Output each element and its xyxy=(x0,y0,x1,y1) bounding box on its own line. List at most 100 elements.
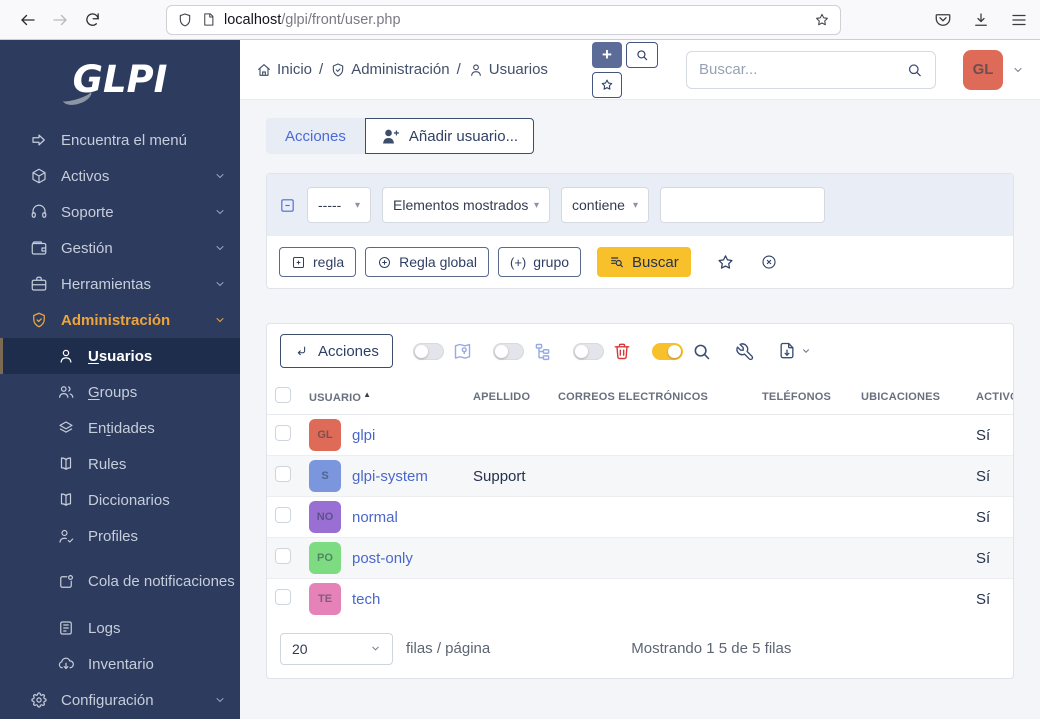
sidebar-item-cola-notificaciones[interactable]: Cola de notificaciones xyxy=(0,554,240,610)
row-checkbox[interactable] xyxy=(275,466,291,482)
sidebar-item-herramientas[interactable]: Herramientas xyxy=(0,266,240,302)
column-header-ubicaciones[interactable]: UBICACIONES xyxy=(853,378,968,415)
pocket-icon[interactable] xyxy=(934,11,952,29)
table-row: Sglpi-system Support Sí xyxy=(267,455,1013,497)
save-search-star-button[interactable] xyxy=(716,253,735,272)
bookmark-star-icon[interactable] xyxy=(814,12,830,28)
search-button[interactable]: Buscar xyxy=(597,247,691,277)
url-bar[interactable]: localhost/glpi/front/user.php xyxy=(166,4,841,35)
sidebar-item-entidades[interactable]: Entidades xyxy=(0,410,240,446)
row-checkbox[interactable] xyxy=(275,548,291,564)
table-row: GL glpi Sí xyxy=(267,414,1013,456)
sidebar-item-label: Profiles xyxy=(88,527,139,545)
glpi-logo[interactable]: GLPI xyxy=(0,46,240,112)
browser-back-button[interactable] xyxy=(12,5,44,35)
page-size-select[interactable]: 20 xyxy=(280,632,393,665)
page-info-icon[interactable] xyxy=(201,12,216,27)
row-checkbox[interactable] xyxy=(275,507,291,523)
sidebar-item-activos[interactable]: Activos xyxy=(0,158,240,194)
rule-button[interactable]: regla xyxy=(279,247,357,277)
user-menu[interactable]: GL xyxy=(963,49,1024,90)
group-button[interactable]: (+) grupo xyxy=(497,247,582,277)
header-search-button[interactable] xyxy=(626,41,658,68)
avatar[interactable]: GL xyxy=(963,49,1003,90)
username-link[interactable]: tech xyxy=(352,591,380,608)
table-row: TE tech Sí xyxy=(267,578,1013,620)
wallet-icon xyxy=(31,241,47,255)
breadcrumb-separator: / xyxy=(319,61,324,78)
select-all-checkbox[interactable] xyxy=(275,387,291,403)
emails-cell xyxy=(550,537,754,579)
locations-cell xyxy=(853,496,968,538)
sidebar-item-administracion[interactable]: Administración xyxy=(0,302,240,338)
locations-cell xyxy=(853,578,968,620)
search-icon[interactable] xyxy=(691,341,712,362)
breadcrumb-administracion[interactable]: Administración xyxy=(330,59,450,80)
username-link[interactable]: glpi xyxy=(352,427,375,444)
column-header-usuario[interactable]: USUARIO ▲ xyxy=(301,378,465,415)
reset-search-button[interactable] xyxy=(760,253,778,271)
sidebar-item-gestion[interactable]: Gestión xyxy=(0,230,240,266)
gear-icon xyxy=(31,692,47,708)
criteria-operator-select[interactable]: contiene ▾ xyxy=(561,187,649,223)
row-checkbox[interactable] xyxy=(275,425,291,441)
sidebar-item-diccionarios[interactable]: Diccionarios xyxy=(0,482,240,518)
shield-permissions-icon[interactable] xyxy=(177,12,193,28)
caret-down-icon: ▾ xyxy=(632,199,638,211)
sidebar-item-find-menu[interactable]: Encuentra el menú xyxy=(0,122,240,158)
tree-structure-icon xyxy=(535,343,550,360)
username-link[interactable]: post-only xyxy=(352,550,413,567)
global-rule-button[interactable]: Regla global xyxy=(365,247,489,277)
sidebar-item-profiles[interactable]: Profiles xyxy=(0,518,240,554)
trash-toggle[interactable] xyxy=(572,342,604,360)
row-checkbox[interactable] xyxy=(275,589,291,606)
table-row: PO post-only Sí xyxy=(267,537,1013,579)
sidebar-item-inventario[interactable]: Inventario xyxy=(0,646,240,682)
export-button[interactable] xyxy=(777,341,811,361)
table-actions-button[interactable]: Acciones xyxy=(280,334,393,368)
tree-toggle[interactable] xyxy=(492,342,524,360)
username-link[interactable]: glpi-system xyxy=(352,468,428,485)
phones-cell xyxy=(754,578,853,620)
sidebar-item-usuarios[interactable]: Usuarios xyxy=(0,338,240,374)
global-search-input[interactable] xyxy=(699,61,898,78)
menu-hamburger-icon[interactable] xyxy=(1010,11,1028,29)
actions-button[interactable]: Acciones xyxy=(266,118,365,154)
add-user-button[interactable]: Añadir usuario... xyxy=(364,118,535,154)
phones-cell xyxy=(754,537,853,579)
sidebar-item-groups[interactable]: Groups xyxy=(0,374,240,410)
chevron-down-icon xyxy=(1014,67,1022,72)
sidebar-item-rules[interactable]: Rules xyxy=(0,446,240,482)
column-header-telefonos[interactable]: TELÉFONOS xyxy=(754,378,853,415)
column-header-correos[interactable]: CORREOS ELECTRÓNICOS xyxy=(550,378,754,415)
forward-arrow-icon xyxy=(53,14,67,25)
sidebar-item-label: Usuarios xyxy=(88,347,153,365)
downloads-icon[interactable] xyxy=(972,11,990,29)
criteria-field-select[interactable]: Elementos mostrados ▾ xyxy=(382,187,550,223)
sidebar: GLPI Encuentra el menú Activos Soporte G… xyxy=(0,40,240,719)
username-link[interactable]: normal xyxy=(352,509,398,526)
breadcrumb-home[interactable]: Inicio xyxy=(256,59,312,80)
map-toggle[interactable] xyxy=(412,342,444,360)
active-cell: Sí xyxy=(968,496,1013,538)
browser-reload-button[interactable] xyxy=(76,5,108,35)
list-search-icon xyxy=(611,257,623,268)
criteria-value-input[interactable] xyxy=(660,187,825,223)
add-button[interactable]: + xyxy=(592,41,622,68)
sidebar-item-soporte[interactable]: Soporte xyxy=(0,194,240,230)
column-header-activo[interactable]: ACTIVO xyxy=(968,378,1013,415)
criteria-logic-select[interactable]: ----- ▾ xyxy=(307,187,371,223)
bookmark-star-button[interactable] xyxy=(592,71,622,98)
breadcrumb-usuarios[interactable]: Usuarios xyxy=(468,59,548,80)
circle-plus-icon xyxy=(379,256,391,268)
sidebar-item-configuracion[interactable]: Configuración xyxy=(0,682,240,718)
minus-square-icon[interactable] xyxy=(279,197,296,214)
headset-icon xyxy=(31,204,47,218)
settings-wrench-button[interactable] xyxy=(734,341,755,362)
column-header-apellido[interactable]: APELLIDO xyxy=(465,378,550,415)
sidebar-item-logs[interactable]: Logs xyxy=(0,610,240,646)
browser-forward-button[interactable] xyxy=(44,5,76,35)
search-toggle[interactable] xyxy=(651,342,683,360)
page-content: Acciones Añadir usuario... ----- ▾ Elemen… xyxy=(240,100,1040,719)
search-icon[interactable] xyxy=(906,61,923,79)
